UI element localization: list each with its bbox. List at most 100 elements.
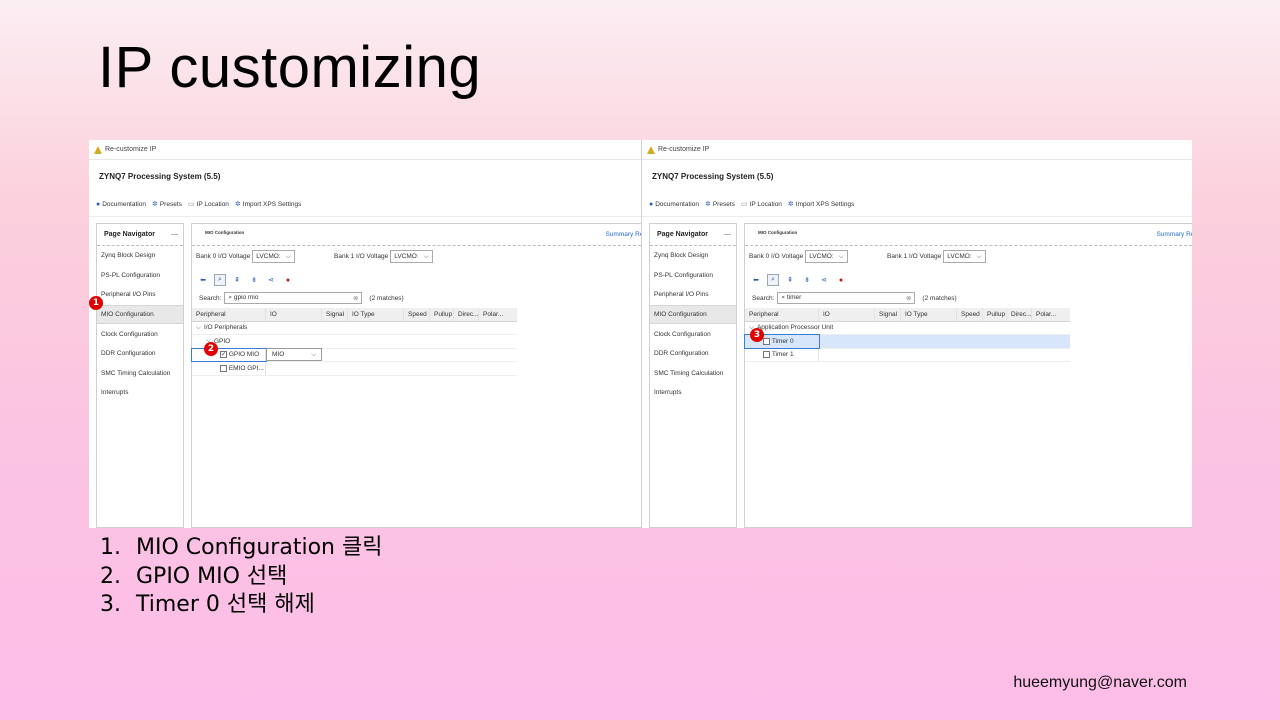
documentation-button[interactable]: ● Documentation — [649, 201, 699, 208]
bank1-voltage-select[interactable]: LVCMO: ⌵ — [943, 250, 986, 263]
import-xps-button[interactable]: ✲ Import XPS Settings — [787, 200, 854, 209]
match-count: (2 matches) — [369, 294, 404, 302]
col-polarity[interactable]: Polar... — [479, 308, 517, 321]
bank0-voltage-select[interactable]: LVCMO: ⌵ — [805, 250, 848, 263]
col-polarity[interactable]: Polar... — [1032, 308, 1070, 321]
tree-row-timer-0[interactable]: Timer 0 — [744, 334, 1070, 349]
panel-header: MIO Configuration Summary Rep — [745, 224, 1192, 246]
share-icon[interactable]: ⋖ — [265, 274, 277, 286]
step-badge-1: 1 — [89, 296, 103, 310]
nav-item-smc-timing[interactable]: SMC Timing Calculation — [650, 364, 736, 384]
back-icon[interactable]: ⬅ — [197, 274, 209, 286]
clear-icon[interactable]: ⊗ — [906, 294, 911, 302]
presets-button[interactable]: ✲ Presets — [152, 200, 182, 209]
col-io[interactable]: IO — [819, 308, 875, 321]
vivado-logo-icon — [94, 145, 102, 154]
gear-icon: ✲ — [787, 201, 794, 208]
window-title: Re-customize IP — [105, 146, 157, 153]
nav-item-ps-pl-configuration[interactable]: PS-PL Configuration — [650, 266, 736, 286]
nav-item-zynq-block-design[interactable]: Zynq Block Design — [650, 246, 736, 266]
timer-0-checkbox[interactable] — [763, 337, 770, 345]
ip-location-button[interactable]: ▭ IP Location — [741, 200, 782, 209]
search-row: Search: ⌕ gpio mio ⊗ (2 matches) — [199, 292, 404, 304]
screenshots-panel: Re-customize IP ZYNQ7 Processing System … — [89, 140, 1192, 528]
col-io-type[interactable]: IO Type — [348, 308, 404, 321]
search-icon[interactable]: ⌕ — [214, 274, 226, 286]
collapse-all-icon[interactable]: ⇞ — [784, 274, 796, 286]
presets-button[interactable]: ✲ Presets — [704, 200, 735, 209]
nav-item-interrupts[interactable]: Interrupts — [650, 383, 736, 403]
col-signal[interactable]: Signal — [875, 308, 901, 321]
collapse-icon[interactable]: — — [171, 231, 178, 238]
nav-item-clock-configuration[interactable]: Clock Configuration — [97, 324, 183, 344]
summary-report-link[interactable]: Summary Rep — [1156, 231, 1192, 238]
nav-item-zynq-block-design[interactable]: Zynq Block Design — [97, 246, 183, 266]
col-pullup[interactable]: Pullup — [983, 308, 1007, 321]
error-icon[interactable]: ● — [282, 274, 294, 286]
tree-row-application-processor-unit[interactable]: ⌵ Application Processor Unit — [745, 322, 1070, 335]
gpio-mio-checkbox[interactable]: ✓ — [220, 351, 227, 359]
col-direction[interactable]: Direc... — [454, 308, 479, 321]
page-navigator-header: Page Navigator — — [650, 224, 736, 246]
nav-item-smc-timing[interactable]: SMC Timing Calculation — [97, 364, 183, 384]
tree-row-gpio-mio[interactable]: ✓ GPIO MIO MIO ⌵ — [191, 347, 517, 362]
col-io[interactable]: IO — [266, 308, 322, 321]
nav-item-interrupts[interactable]: Interrupts — [97, 383, 183, 403]
tree-row-timer-1[interactable]: Timer 1 — [745, 348, 1070, 362]
gear-icon: ✲ — [234, 201, 241, 208]
expand-all-icon[interactable]: ⇟ — [801, 274, 813, 286]
bank1-voltage-select[interactable]: LVCMO: ⌵ — [390, 250, 433, 263]
search-input[interactable]: ⌕ timer ⊗ — [777, 292, 916, 304]
nav-item-ddr-configuration[interactable]: DDR Configuration — [650, 344, 736, 364]
emio-gpio-checkbox[interactable] — [220, 364, 227, 372]
divider — [89, 216, 641, 217]
nav-item-ps-pl-configuration[interactable]: PS-PL Configuration — [97, 266, 183, 286]
table-header: Peripheral IO Signal IO Type Speed Pullu… — [745, 308, 1070, 322]
table-toolbar: ⬅ ⌕ ⇞ ⇟ ⋖ ● — [750, 274, 847, 286]
search-input[interactable]: ⌕ gpio mio ⊗ — [224, 292, 363, 304]
gpio-mio-io-select[interactable]: MIO ⌵ — [266, 348, 322, 362]
collapse-all-icon[interactable]: ⇞ — [231, 274, 243, 286]
col-speed[interactable]: Speed — [957, 308, 983, 321]
timer-1-checkbox[interactable] — [763, 351, 770, 359]
collapse-icon[interactable]: — — [724, 231, 731, 238]
tree-row-emio-gpio[interactable]: EMIO GPI... — [192, 362, 517, 376]
recustomize-window-left: Re-customize IP ZYNQ7 Processing System … — [89, 140, 647, 528]
panel-header: MIO Configuration Summary Rep — [192, 224, 647, 246]
documentation-button[interactable]: ● Documentation — [96, 201, 146, 208]
expand-all-icon[interactable]: ⇟ — [248, 274, 260, 286]
col-peripheral[interactable]: Peripheral — [192, 308, 266, 321]
step-badge-2: 2 — [204, 342, 218, 356]
col-direction[interactable]: Direc... — [1007, 308, 1032, 321]
import-xps-button[interactable]: ✲ Import XPS Settings — [234, 200, 301, 209]
nav-item-mio-configuration[interactable]: MIO Configuration — [650, 304, 736, 325]
search-icon[interactable]: ⌕ — [767, 274, 779, 286]
window-title: Re-customize IP — [658, 146, 710, 153]
col-peripheral[interactable]: Peripheral — [745, 308, 819, 321]
panel-title: MIO Configuration — [758, 230, 798, 235]
window-titlebar: Re-customize IP — [89, 140, 641, 160]
bank0-voltage-select[interactable]: LVCMO: ⌵ — [252, 250, 295, 263]
col-pullup[interactable]: Pullup — [430, 308, 454, 321]
instruction-item: 1. MIO Configuration 클릭 — [100, 535, 383, 560]
tree-row-io-peripherals[interactable]: ⌵ I/O Peripherals — [192, 322, 517, 335]
divider — [642, 216, 1192, 217]
nav-item-peripheral-io-pins[interactable]: Peripheral I/O Pins — [97, 285, 183, 305]
clear-icon[interactable]: ⊗ — [353, 294, 358, 302]
share-icon[interactable]: ⋖ — [818, 274, 830, 286]
back-icon[interactable]: ⬅ — [750, 274, 762, 286]
ip-location-button[interactable]: ▭ IP Location — [188, 200, 229, 209]
gear-icon: ✲ — [704, 201, 711, 208]
nav-item-clock-configuration[interactable]: Clock Configuration — [650, 324, 736, 344]
page-navigator: Page Navigator — Zynq Block Design PS-PL… — [649, 223, 737, 528]
nav-item-mio-configuration[interactable]: MIO Configuration — [97, 304, 183, 325]
error-icon[interactable]: ● — [835, 274, 847, 286]
chevron-down-icon: ⌵ — [196, 323, 201, 331]
nav-item-peripheral-io-pins[interactable]: Peripheral I/O Pins — [650, 285, 736, 305]
tree-row-gpio[interactable]: ⌵ GPIO — [192, 335, 517, 349]
page-navigator-header: Page Navigator — — [97, 224, 183, 246]
nav-item-ddr-configuration[interactable]: DDR Configuration — [97, 344, 183, 364]
col-io-type[interactable]: IO Type — [901, 308, 957, 321]
col-signal[interactable]: Signal — [322, 308, 348, 321]
col-speed[interactable]: Speed — [404, 308, 430, 321]
